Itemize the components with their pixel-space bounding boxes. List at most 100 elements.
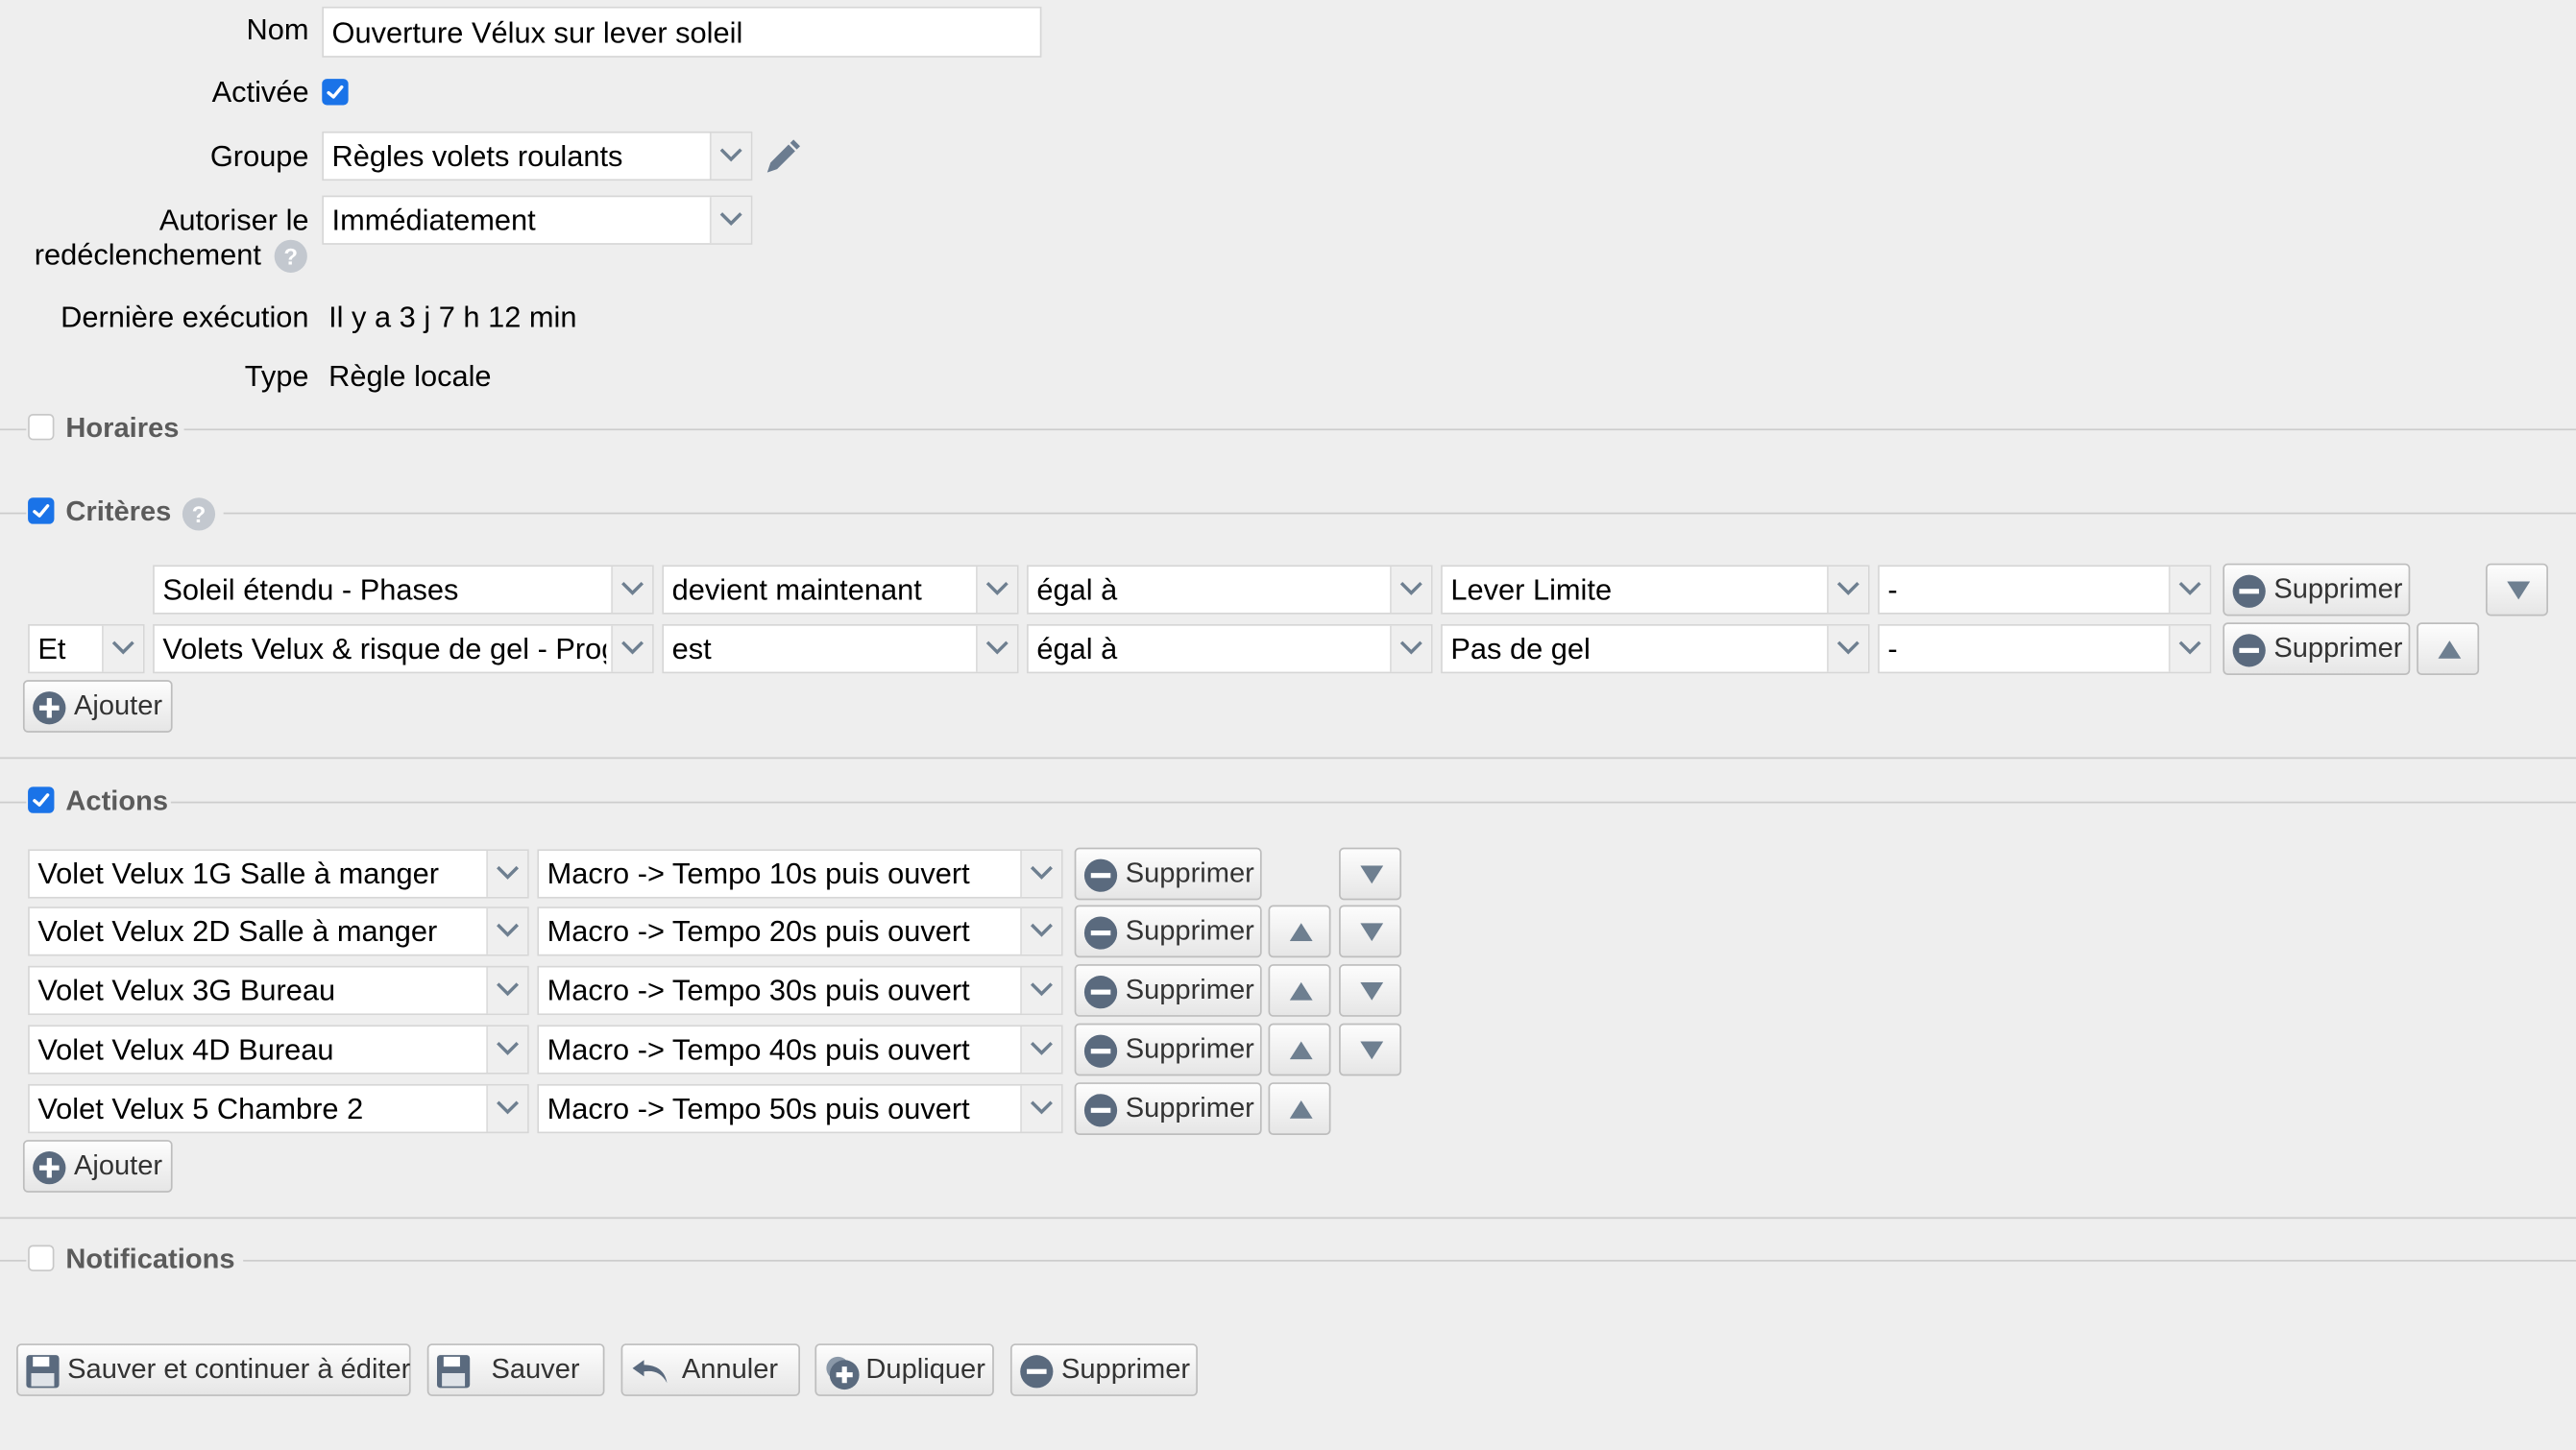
delete-label: Supprimer	[2273, 632, 2403, 665]
criterion-conjunction-value: Et	[37, 632, 66, 665]
chevron-down-icon	[1020, 967, 1061, 1014]
criteria-checkbox[interactable]	[28, 497, 55, 524]
action-device-select[interactable]: Volet Velux 4D Bureau	[28, 1025, 529, 1075]
section-notifications-title: Notifications	[65, 1243, 235, 1275]
criterion-operator-select[interactable]: égal à	[1027, 623, 1433, 674]
criterion-event-select[interactable]: devient maintenant	[662, 565, 1019, 615]
move-down-button[interactable]	[1339, 1023, 1402, 1076]
move-up-button[interactable]	[1268, 964, 1331, 1017]
triangle-down-icon	[1360, 981, 1384, 1001]
action-command-select[interactable]: Macro -> Tempo 10s puis ouvert	[537, 849, 1063, 899]
move-down-button[interactable]	[1339, 905, 1402, 958]
move-up-button[interactable]	[2417, 622, 2480, 676]
notifications-checkbox[interactable]	[28, 1245, 55, 1271]
criterion-conjunction-select[interactable]: Et	[28, 623, 145, 674]
divider	[223, 512, 2576, 515]
action-device-value: Volet Velux 2D Salle à manger	[37, 914, 438, 948]
name-label: Nom	[246, 12, 309, 46]
duplicate-button[interactable]: Dupliquer	[814, 1343, 994, 1396]
save-button[interactable]: Sauver	[426, 1343, 605, 1396]
action-delete-button[interactable]: Supprimer	[1074, 847, 1262, 901]
criterion-value-select[interactable]: Lever Limite	[1441, 565, 1870, 615]
actions-checkbox[interactable]	[28, 786, 55, 813]
save-and-continue-button[interactable]: Sauver et continuer à éditer	[16, 1343, 411, 1396]
active-checkbox[interactable]	[322, 79, 349, 106]
move-up-button[interactable]	[1268, 1082, 1331, 1135]
retrigger-select[interactable]: Immédiatement	[322, 195, 753, 245]
add-label: Ajouter	[73, 1149, 163, 1181]
criterion-extra-value: -	[1887, 632, 1898, 665]
add-action-button[interactable]: Ajouter	[22, 1140, 173, 1193]
action-delete-button[interactable]: Supprimer	[1074, 1082, 1262, 1135]
triangle-up-icon	[1289, 1041, 1313, 1060]
section-criteria-title: Critères	[65, 495, 172, 528]
criterion-value-select[interactable]: Pas de gel	[1441, 623, 1870, 674]
save-and-continue-label: Sauver et continuer à éditer	[67, 1353, 411, 1385]
help-icon[interactable]: ?	[182, 497, 216, 531]
action-device-select[interactable]: Volet Velux 5 Chambre 2	[28, 1083, 529, 1134]
triangle-up-icon	[2438, 640, 2462, 659]
action-device-select[interactable]: Volet Velux 3G Bureau	[28, 965, 529, 1016]
criterion-delete-button[interactable]: Supprimer	[2223, 622, 2411, 676]
add-criterion-button[interactable]: Ajouter	[22, 680, 173, 733]
delete-rule-button[interactable]: Supprimer	[1009, 1343, 1198, 1396]
name-input[interactable]: Ouverture Vélux sur lever soleil	[322, 6, 1042, 58]
move-up-button[interactable]	[1268, 1023, 1331, 1076]
plus-circle-icon	[33, 1151, 66, 1185]
criterion-subject-value: Soleil étendu - Phases	[162, 572, 459, 607]
divider	[183, 428, 2576, 431]
retrigger-select-value: Immédiatement	[331, 204, 536, 237]
action-command-value: Macro -> Tempo 20s puis ouvert	[547, 914, 970, 948]
action-device-select[interactable]: Volet Velux 1G Salle à manger	[28, 849, 529, 899]
criterion-extra-select[interactable]: -	[1878, 565, 2212, 615]
action-device-value: Volet Velux 4D Bureau	[37, 1032, 334, 1067]
group-label: Groupe	[209, 139, 309, 173]
cancel-button[interactable]: Annuler	[620, 1343, 801, 1396]
divider	[0, 801, 27, 804]
chevron-down-icon	[709, 133, 751, 180]
edit-pencil-icon[interactable]	[763, 138, 802, 178]
chevron-down-icon	[2168, 567, 2210, 614]
criterion-operator-select[interactable]: égal à	[1027, 565, 1433, 615]
criterion-subject-select[interactable]: Soleil étendu - Phases	[153, 565, 654, 615]
move-down-button[interactable]	[1339, 847, 1402, 901]
triangle-down-icon	[1360, 1041, 1384, 1060]
action-delete-button[interactable]: Supprimer	[1074, 964, 1262, 1017]
chevron-down-icon	[486, 1085, 528, 1132]
action-delete-button[interactable]: Supprimer	[1074, 1023, 1262, 1076]
action-command-value: Macro -> Tempo 30s puis ouvert	[547, 974, 970, 1007]
action-command-select[interactable]: Macro -> Tempo 50s puis ouvert	[537, 1083, 1063, 1134]
check-icon	[33, 504, 50, 518]
triangle-up-icon	[1289, 981, 1313, 1001]
schedules-checkbox[interactable]	[28, 414, 55, 441]
action-command-select[interactable]: Macro -> Tempo 20s puis ouvert	[537, 906, 1063, 956]
delete-rule-label: Supprimer	[1060, 1353, 1191, 1385]
cancel-label: Annuler	[681, 1353, 779, 1385]
action-command-select[interactable]: Macro -> Tempo 40s puis ouvert	[537, 1025, 1063, 1075]
triangle-up-icon	[1289, 1100, 1313, 1119]
action-device-value: Volet Velux 5 Chambre 2	[37, 1092, 364, 1125]
criterion-subject-value: Volets Velux & risque de gel - Programme	[162, 632, 606, 665]
criterion-extra-select[interactable]: -	[1878, 623, 2212, 674]
criterion-event-select[interactable]: est	[662, 623, 1019, 674]
action-command-select[interactable]: Macro -> Tempo 30s puis ouvert	[537, 965, 1063, 1016]
move-down-button[interactable]	[2485, 563, 2548, 616]
divider	[0, 757, 2576, 760]
criterion-operator-value: égal à	[1036, 572, 1118, 607]
chevron-down-icon	[2168, 625, 2210, 672]
action-delete-button[interactable]: Supprimer	[1074, 905, 1262, 958]
help-icon[interactable]: ?	[274, 239, 307, 273]
triangle-down-icon	[2507, 581, 2531, 600]
action-device-select[interactable]: Volet Velux 2D Salle à manger	[28, 906, 529, 956]
criterion-delete-button[interactable]: Supprimer	[2223, 563, 2411, 616]
delete-label: Supprimer	[1125, 857, 1254, 889]
group-select[interactable]: Règles volets roulants	[322, 131, 753, 181]
type-label: Type	[244, 359, 309, 393]
move-up-button[interactable]	[1268, 905, 1331, 958]
move-down-button[interactable]	[1339, 964, 1402, 1017]
minus-circle-icon	[2232, 634, 2266, 667]
triangle-down-icon	[1360, 865, 1384, 884]
triangle-down-icon	[1360, 923, 1384, 942]
criterion-subject-select[interactable]: Volets Velux & risque de gel - Programme	[153, 623, 654, 674]
delete-label: Supprimer	[1125, 974, 1254, 1005]
